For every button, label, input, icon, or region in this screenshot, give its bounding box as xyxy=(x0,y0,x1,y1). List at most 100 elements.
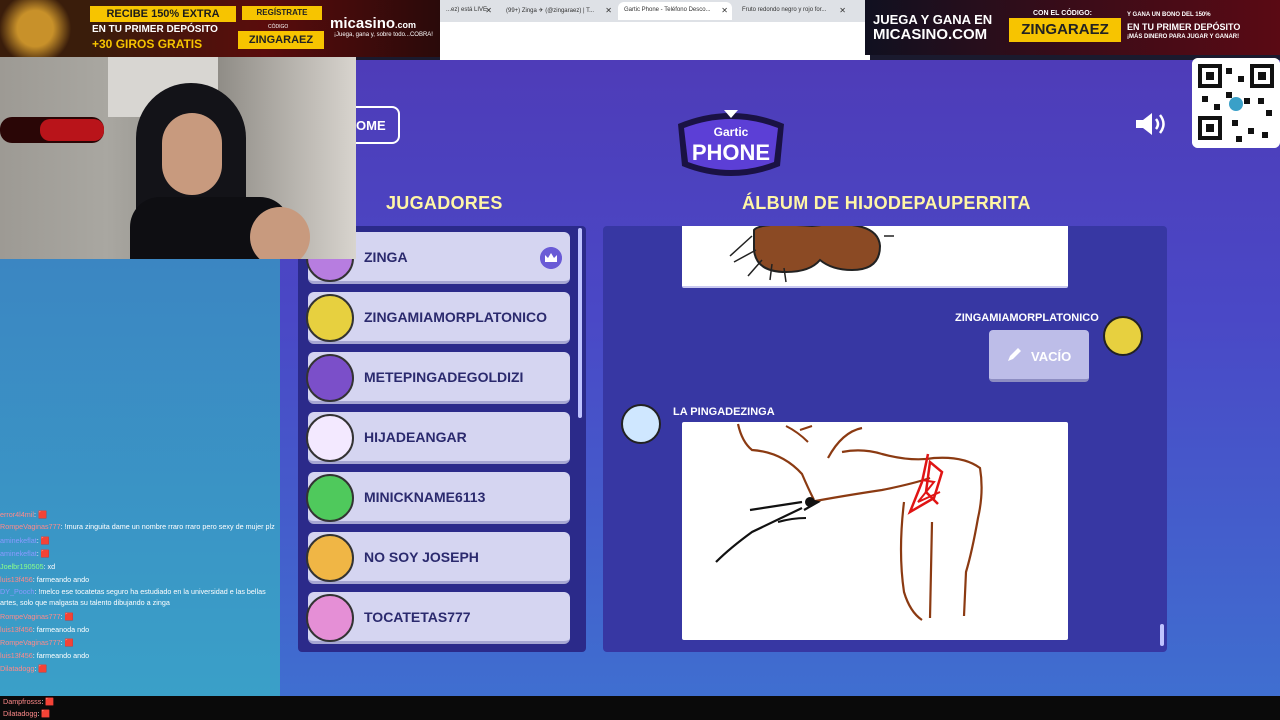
album-heading: ÁLBUM DE HIJODEPAUPERRITA xyxy=(742,193,1031,213)
promo-code: ZINGARAEZ xyxy=(1009,18,1121,42)
chat-message: luis13f456: farmeando ando xyxy=(0,573,278,586)
browser-tab-active[interactable]: Gartic Phone - Teléfono Desco... ✕ xyxy=(618,2,732,20)
player-card[interactable]: NO SOY JOSEPH xyxy=(306,532,570,584)
chat-user: luis13f456 xyxy=(0,575,33,584)
ad-tagline: ¡Juega, gana y, sobre todo...COBRA! xyxy=(334,32,433,38)
streamer-hand xyxy=(250,207,310,259)
close-icon[interactable]: ✕ xyxy=(839,6,846,15)
player-name: NO SOY JOSEPH xyxy=(364,549,479,565)
chat-text: : 🟥 xyxy=(37,709,51,718)
drawing-card xyxy=(682,422,1068,640)
logo-bottom-text: PHONE xyxy=(692,140,770,165)
chat-text: : farmeando ando xyxy=(32,651,90,660)
player-card[interactable]: HIJADEANGAR xyxy=(306,412,570,464)
bottom-bar xyxy=(0,696,1280,720)
gartic-phone-logo: Gartic PHONE xyxy=(678,110,784,176)
chat-text: : 🟥 xyxy=(60,612,74,621)
tab-label: (99+) Zinga ✈ (@zingaraez) | T... xyxy=(506,8,595,14)
ad-text: JUEGA Y GANA EN xyxy=(873,12,993,27)
chat-message: Dampfrosss: 🟥 xyxy=(3,696,54,708)
avatar xyxy=(1103,316,1143,356)
avatar xyxy=(306,354,354,402)
chat-user: aminekeflat xyxy=(0,536,37,545)
empty-label: VACÍO xyxy=(1031,349,1072,364)
chat-message: error4l4mil: 🟥 xyxy=(0,508,278,521)
chat-user: aminekeflat xyxy=(0,549,37,558)
chat-message: aminekeflat: 🟥 xyxy=(0,547,278,560)
tab-label: ...ez) está LIVE xyxy=(446,7,488,13)
players-scrollbar[interactable] xyxy=(578,228,582,418)
chat-user: Dampfrosss xyxy=(3,697,42,706)
speaker-icon[interactable] xyxy=(1134,110,1170,138)
chat-text: : 🟥 xyxy=(60,638,74,647)
player-name: TOCATETAS777 xyxy=(364,609,471,625)
ad-banner-left[interactable]: RECIBE 150% EXTRA EN TU PRIMER DEPÓSITO … xyxy=(0,0,440,57)
ad-text: EN TU PRIMER DEPÓSITO xyxy=(1127,22,1241,32)
brand-suffix: .com xyxy=(395,20,417,30)
chat-user: RompeVaginas777 xyxy=(0,522,61,531)
ad-text: MICASINO.COM xyxy=(873,26,988,43)
drawing-card xyxy=(682,226,1068,288)
player-card[interactable]: ZINGAMIAMORPLATONICO xyxy=(306,292,570,344)
crown-icon xyxy=(540,247,562,269)
album-scrollbar[interactable] xyxy=(1160,624,1164,646)
home-button[interactable]: OME xyxy=(356,106,400,144)
close-icon[interactable]: ✕ xyxy=(721,6,728,15)
players-panel: ZINGA ZINGAMIAMORPLATONICO METEPINGADEGO… xyxy=(298,226,586,652)
home-label: OME xyxy=(356,117,386,133)
browser-tab[interactable]: (99+) Zinga ✈ (@zingaraez) | T... ✕ xyxy=(500,2,616,20)
ad-text: ¡MÁS DINERO PARA JUGAR Y GANAR! xyxy=(1127,34,1240,40)
chat-message: Joelbr190505: xd xyxy=(0,560,278,573)
browser-tab[interactable]: ...ez) está LIVE ✕ xyxy=(440,2,496,20)
player-card[interactable]: MINICKNAME6113 xyxy=(306,472,570,524)
player-card[interactable]: METEPINGADEGOLDIZI xyxy=(306,352,570,404)
chat-user: luis13f456 xyxy=(0,651,33,660)
chat-message: aminekeflat: 🟥 xyxy=(0,534,278,547)
chat-text: : 🟥 xyxy=(33,510,47,519)
avatar xyxy=(306,534,354,582)
chat-text: : 🟥 xyxy=(36,536,50,545)
avatar xyxy=(621,404,661,444)
avatar xyxy=(306,414,354,462)
close-icon[interactable]: ✕ xyxy=(605,6,612,15)
ad-text: Y GANA UN BONO DEL 150% xyxy=(1127,12,1211,18)
player-name: MINICKNAME6113 xyxy=(364,489,486,505)
player-name: ZINGA xyxy=(364,249,408,265)
brand-logo: micasino.com xyxy=(330,15,416,32)
tab-label: Gartic Phone - Teléfono Desco... xyxy=(624,7,711,13)
ad-text: CÓDIGO xyxy=(268,24,289,30)
tab-label: Fruto redondo negro y rojo for... xyxy=(742,7,827,13)
browser-tab[interactable]: Fruto redondo negro y rojo for... ✕ xyxy=(736,2,850,20)
chat-user: RompeVaginas777 xyxy=(0,612,61,621)
register-button[interactable]: REGÍSTRATE xyxy=(242,6,322,20)
chat-message: DY_Pooch: !melco ese tocatetas seguro ha… xyxy=(0,586,278,608)
drawing-image xyxy=(729,226,894,283)
empty-entry-badge: VACÍO xyxy=(989,330,1089,382)
chat-message: RompeVaginas777: !mura zinguita dame un … xyxy=(0,521,278,532)
pencil-icon xyxy=(1008,348,1021,361)
brand-name: micasino xyxy=(330,15,396,32)
chat-user: RompeVaginas777 xyxy=(0,638,61,647)
ad-banner-right[interactable]: JUEGA Y GANA EN MICASINO.COM CON EL CÓDI… xyxy=(865,0,1280,55)
streamer-face xyxy=(162,113,222,195)
album-author: ZINGAMIAMORPLATONICO xyxy=(955,312,1099,324)
close-icon[interactable]: ✕ xyxy=(485,6,492,15)
album-panel: ZINGAMIAMORPLATONICO VACÍO LA PINGADEZIN… xyxy=(603,226,1167,652)
browser-toolbar xyxy=(440,22,870,60)
chat-text: : farmeanoda ndo xyxy=(32,625,90,634)
chat-message: RompeVaginas777: 🟥 xyxy=(0,610,278,623)
chat-text: : farmeando ando xyxy=(32,575,90,584)
chat-user: Joelbr190505 xyxy=(0,562,44,571)
webcam-feed xyxy=(0,57,356,259)
ad-text: CON EL CÓDIGO: xyxy=(1033,10,1092,17)
chat-text: : xd xyxy=(43,562,56,571)
player-name: ZINGAMIAMORPLATONICO xyxy=(364,309,548,325)
qr-code-icon xyxy=(1192,58,1280,148)
player-card[interactable]: TOCATETAS777 xyxy=(306,592,570,644)
ad-text: +30 GIROS GRATIS xyxy=(92,37,203,51)
chat-text: : !melco ese tocatetas seguro ha estudia… xyxy=(0,587,266,607)
chat-overlay: error4l4mil: 🟥 RompeVaginas777: !mura zi… xyxy=(0,508,278,700)
player-name: HIJADEANGAR xyxy=(364,429,467,445)
player-name: METEPINGADEGOLDIZI xyxy=(364,369,524,385)
microphone-filter xyxy=(40,119,104,141)
